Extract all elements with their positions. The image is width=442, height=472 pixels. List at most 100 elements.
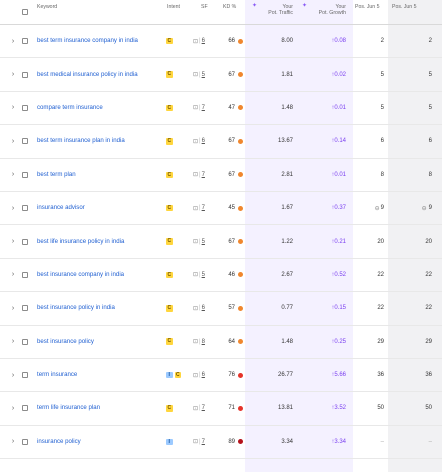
header-sf[interactable]: SF (201, 4, 208, 10)
row-checkbox[interactable] (21, 326, 29, 358)
keyword-link[interactable]: term life insurance plan (37, 392, 150, 424)
header-keyword[interactable]: Keyword (37, 4, 57, 10)
divider: | (199, 238, 201, 245)
serp-features[interactable]: ⊡ | 7 (193, 426, 217, 458)
intent-commercial-badge: C (166, 71, 173, 78)
chevron-right-icon[interactable]: › (10, 125, 16, 157)
row-checkbox[interactable] (21, 125, 29, 157)
chevron-right-icon[interactable]: › (10, 359, 16, 391)
table-row[interactable]: › insurance policy I ⊡ | 7 89 3.34 ↑3.34 – – (0, 426, 442, 460)
serp-features[interactable]: ⊡ | 6 (193, 359, 217, 391)
serp-features-count[interactable]: 5 (202, 272, 205, 278)
serp-features-icon: ⊡ (193, 405, 199, 412)
header-pos-a[interactable]: Pos. Jun 5 (355, 4, 380, 10)
serp-features-count[interactable]: 5 (202, 72, 205, 78)
table-row[interactable]: › term insurance I C ⊡ | 6 76 26.77 ↑5.66 36 36 (0, 359, 442, 393)
table-row[interactable]: › compare term insurance C ⊡ | 7 47 1.48 ↑0.01 5 5 (0, 92, 442, 126)
serp-features[interactable]: ⊡ | 5 (193, 259, 217, 291)
header-growth[interactable]: Your Pot. Growth (306, 4, 346, 16)
chevron-right-icon[interactable]: › (10, 259, 16, 291)
chevron-right-icon[interactable]: › (10, 25, 16, 57)
table-row[interactable]: › best insurance company in india C ⊡ | 5 46 2.… (0, 259, 442, 293)
keyword-link[interactable]: insurance policy (37, 426, 150, 458)
keyword-link[interactable]: best insurance policy in india (37, 292, 150, 324)
serp-features[interactable]: ⊡ | 7 (193, 192, 217, 224)
keyword-link[interactable]: best term insurance plan in india (37, 125, 150, 157)
header-kd[interactable]: KD % (223, 4, 236, 10)
table-row[interactable]: › best life insurance policy in india C ⊡ | 5… (0, 225, 442, 259)
table-row[interactable]: › best medical insurance policy in india C… (0, 58, 442, 92)
kd-dot (238, 272, 243, 278)
chevron-right-icon[interactable]: › (10, 326, 16, 358)
serp-features[interactable]: ⊡ | 6 (193, 125, 217, 157)
header-intent[interactable]: Intent (167, 4, 180, 10)
chevron-right-icon[interactable]: › (10, 225, 16, 257)
table-row[interactable]: › best term insurance company in india C ⊡ |… (0, 25, 442, 59)
serp-features-count[interactable]: 7 (202, 405, 205, 411)
serp-features-count[interactable]: 7 (202, 439, 205, 445)
chevron-right-icon[interactable]: › (10, 292, 16, 324)
intent-badges: C (166, 58, 192, 90)
chevron-right-icon[interactable]: › (10, 92, 16, 124)
keyword-link[interactable]: best insurance company in india (37, 259, 150, 291)
row-checkbox[interactable] (21, 359, 29, 391)
table-row[interactable]: › term life insurance plan C ⊡ | 7 71 13.81 ↑3.5… (0, 392, 442, 426)
table-row[interactable]: › best insurance policy C ⊡ | 8 64 1.48 ↑0.25 29 2… (0, 326, 442, 359)
kd-value: 45 (228, 205, 235, 212)
serp-features-count[interactable]: 8 (202, 339, 205, 345)
table-row[interactable]: › best insurance policy in india C ⊡ | 6 57 0.7… (0, 292, 442, 326)
divider: | (199, 305, 201, 312)
serp-features-icon: ⊡ (193, 439, 199, 446)
keyword-link[interactable]: best medical insurance policy in india (37, 58, 150, 90)
table-row[interactable]: › best term plan C ⊡ | 7 67 2.81 ↑0.01 8 8 (0, 159, 442, 192)
header-traffic[interactable]: Your Pot. Traffic (258, 4, 293, 16)
keyword-link[interactable]: best term plan (37, 159, 150, 191)
row-checkbox[interactable] (21, 25, 29, 57)
serp-features-count[interactable]: 7 (202, 205, 205, 211)
chevron-right-icon[interactable]: › (10, 192, 16, 224)
table-header: Keyword Intent SF KD % ✦ Your Pot. Traffi… (0, 0, 442, 25)
position-a-value: 2 (380, 38, 384, 45)
row-checkbox[interactable] (21, 92, 29, 124)
kd-value: 67 (228, 238, 235, 245)
table-row[interactable]: › best term insurance plan in india C ⊡ | 6 67… (0, 125, 442, 159)
row-checkbox[interactable] (21, 192, 29, 224)
serp-features-count[interactable]: 6 (202, 305, 205, 311)
row-checkbox[interactable] (21, 292, 29, 324)
row-checkbox[interactable] (21, 225, 29, 257)
keyword-link[interactable]: insurance advisor (37, 192, 150, 224)
serp-features-count[interactable]: 6 (202, 138, 205, 144)
serp-features[interactable]: ⊡ | 5 (193, 225, 217, 257)
serp-features-count[interactable]: 6 (202, 372, 205, 378)
row-checkbox[interactable] (21, 259, 29, 291)
keyword-link[interactable]: best insurance policy (37, 326, 150, 358)
select-all-checkbox[interactable] (21, 0, 29, 24)
keyword-link[interactable]: term insurance (37, 359, 150, 391)
keyword-link[interactable]: compare term insurance (37, 92, 150, 124)
header-pos-b[interactable]: Pos. Jun 5 (392, 4, 417, 10)
keyword-link[interactable]: best life insurance policy in india (37, 225, 150, 257)
serp-features[interactable]: ⊡ | 6 (193, 292, 217, 324)
keyword-link[interactable]: best term insurance company in india (37, 25, 150, 57)
serp-features[interactable]: ⊡ | 7 (193, 92, 217, 124)
serp-features-count[interactable]: 5 (202, 239, 205, 245)
chevron-right-icon[interactable]: › (10, 58, 16, 90)
serp-features[interactable]: ⊡ | 6 (193, 25, 217, 57)
row-checkbox[interactable] (21, 159, 29, 191)
serp-features-count[interactable]: 6 (202, 38, 205, 44)
serp-features[interactable]: ⊡ | 5 (193, 58, 217, 90)
serp-features[interactable]: ⊡ | 7 (193, 159, 217, 191)
chevron-right-icon[interactable]: › (10, 159, 16, 191)
row-checkbox[interactable] (21, 426, 29, 458)
row-checkbox[interactable] (21, 58, 29, 90)
serp-features-count[interactable]: 7 (202, 172, 205, 178)
table-row[interactable]: › insurance advisor C ⊡ | 7 45 1.67 ↑0.37 ⊖ 9 ⊖ 9 (0, 192, 442, 226)
serp-features[interactable]: ⊡ | 8 (193, 326, 217, 358)
keyword-difficulty: 89 (219, 426, 243, 458)
row-checkbox[interactable] (21, 392, 29, 424)
chevron-right-icon[interactable]: › (10, 426, 16, 458)
serp-features-count[interactable]: 7 (202, 105, 205, 111)
position-b: ⊖ 9 (394, 192, 432, 224)
serp-features[interactable]: ⊡ | 7 (193, 392, 217, 424)
chevron-right-icon[interactable]: › (10, 392, 16, 424)
